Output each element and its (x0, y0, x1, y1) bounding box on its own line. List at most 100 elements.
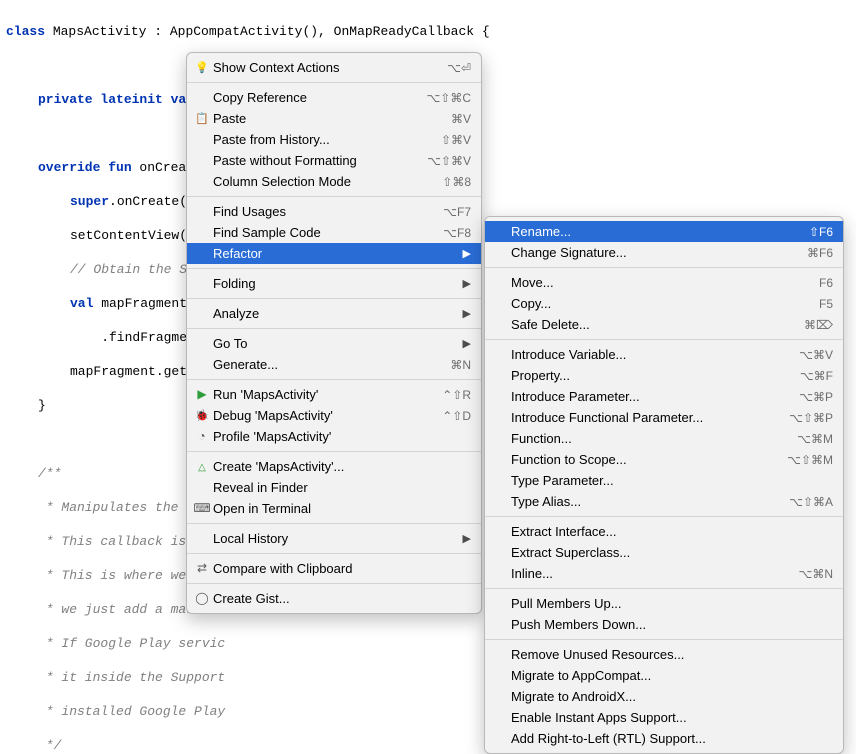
menu_main-create-mapsactivity[interactable]: Create 'MapsActivity'... (187, 456, 481, 477)
shortcut-label: ⌥⇧⌘A (771, 495, 833, 509)
menu_sub-rename[interactable]: Rename...⇧F6 (485, 221, 843, 242)
menu_sub-safe-delete[interactable]: Safe Delete...⌘⌦ (485, 314, 843, 335)
menu-item-label: Introduce Parameter... (509, 389, 781, 404)
menu-item-label: Change Signature... (509, 245, 789, 260)
menu_main-local-history[interactable]: Local History▶ (187, 528, 481, 549)
menu_main-reveal-in-finder[interactable]: Reveal in Finder (187, 477, 481, 498)
submenu-arrow-icon: ▶ (445, 337, 471, 350)
bug-icon (193, 409, 211, 423)
menu_sub-introduce-variable[interactable]: Introduce Variable...⌥⌘V (485, 344, 843, 365)
shortcut-label: ⌥⏎ (429, 61, 471, 75)
menu-item-label: Open in Terminal (211, 501, 471, 516)
menu_main-separator (187, 523, 481, 524)
menu_main-copy-reference[interactable]: Copy Reference⌥⇧⌘C (187, 87, 481, 108)
submenu-arrow-icon: ▶ (445, 247, 471, 260)
menu_sub-migrate-to-androidx[interactable]: Migrate to AndroidX... (485, 686, 843, 707)
menu_sub-function[interactable]: Function...⌥⌘M (485, 428, 843, 449)
menu_sub-type-alias[interactable]: Type Alias...⌥⇧⌘A (485, 491, 843, 512)
menu-item-label: Create Gist... (211, 591, 471, 606)
menu_sub-copy[interactable]: Copy...F5 (485, 293, 843, 314)
menu_main-go-to[interactable]: Go To▶ (187, 333, 481, 354)
menu-item-label: Paste from History... (211, 132, 423, 147)
menu-item-label: Function to Scope... (509, 452, 769, 467)
menu-item-label: Function... (509, 431, 779, 446)
submenu-arrow-icon: ▶ (445, 307, 471, 320)
menu_main-find-sample-code[interactable]: Find Sample Code⌥F8 (187, 222, 481, 243)
menu_main-separator (187, 583, 481, 584)
menu_sub-add-right-to-left-rtl-support[interactable]: Add Right-to-Left (RTL) Support... (485, 728, 843, 749)
shortcut-label: ⌘F6 (789, 246, 833, 260)
menu_main-paste[interactable]: Paste⌘V (187, 108, 481, 129)
menu-item-label: Enable Instant Apps Support... (509, 710, 833, 725)
menu_main-find-usages[interactable]: Find Usages⌥F7 (187, 201, 481, 222)
menu_sub-function-to-scope[interactable]: Function to Scope...⌥⇧⌘M (485, 449, 843, 470)
menu-item-label: Run 'MapsActivity' (211, 387, 424, 402)
menu_sub-introduce-parameter[interactable]: Introduce Parameter...⌥⌘P (485, 386, 843, 407)
menu_sub-separator (485, 516, 843, 517)
menu_main-folding[interactable]: Folding▶ (187, 273, 481, 294)
menu_sub-change-signature[interactable]: Change Signature...⌘F6 (485, 242, 843, 263)
prof-icon (193, 430, 211, 444)
menu-item-label: Rename... (509, 224, 791, 239)
menu_main-column-selection-mode[interactable]: Column Selection Mode⇧⌘8 (187, 171, 481, 192)
paste-icon (193, 112, 211, 126)
menu-item-label: Compare with Clipboard (211, 561, 471, 576)
shortcut-label: ⌥⌘P (781, 390, 833, 404)
menu_sub-type-parameter[interactable]: Type Parameter... (485, 470, 843, 491)
menu_main-debug-mapsactivity[interactable]: Debug 'MapsActivity'⌃⇧D (187, 405, 481, 426)
shortcut-label: ⌘N (432, 358, 471, 372)
menu-item-label: Add Right-to-Left (RTL) Support... (509, 731, 833, 746)
cmp-icon (193, 561, 211, 576)
menu-item-label: Extract Interface... (509, 524, 833, 539)
menu-item-label: Introduce Functional Parameter... (509, 410, 771, 425)
menu-item-label: Local History (211, 531, 445, 546)
menu_main-separator (187, 196, 481, 197)
menu_main-show-context-actions[interactable]: Show Context Actions⌥⏎ (187, 57, 481, 78)
shortcut-label: ⌥⇧⌘C (408, 91, 471, 105)
menu_main-refactor[interactable]: Refactor▶ (187, 243, 481, 264)
menu_sub-move[interactable]: Move...F6 (485, 272, 843, 293)
menu-item-label: Move... (509, 275, 801, 290)
menu_sub-enable-instant-apps-support[interactable]: Enable Instant Apps Support... (485, 707, 843, 728)
shortcut-label: ⌥⌘F (782, 369, 833, 383)
menu-item-label: Copy... (509, 296, 801, 311)
menu_main-open-in-terminal[interactable]: Open in Terminal (187, 498, 481, 519)
menu_sub-extract-superclass[interactable]: Extract Superclass... (485, 542, 843, 563)
menu_main-compare-with-clipboard[interactable]: Compare with Clipboard (187, 558, 481, 579)
menu-item-label: Debug 'MapsActivity' (211, 408, 424, 423)
menu_main-analyze[interactable]: Analyze▶ (187, 303, 481, 324)
menu_sub-pull-members-up[interactable]: Pull Members Up... (485, 593, 843, 614)
menu_sub-introduce-functional-parameter[interactable]: Introduce Functional Parameter...⌥⇧⌘P (485, 407, 843, 428)
menu_sub-inline[interactable]: Inline...⌥⌘N (485, 563, 843, 584)
menu_sub-migrate-to-appcompat[interactable]: Migrate to AppCompat... (485, 665, 843, 686)
menu_sub-remove-unused-resources[interactable]: Remove Unused Resources... (485, 644, 843, 665)
menu_main-separator (187, 379, 481, 380)
shortcut-label: ⌥F7 (425, 205, 471, 219)
shortcut-label: ⌃⇧D (424, 409, 471, 423)
shortcut-label: ⌘V (433, 112, 471, 126)
shortcut-label: ⌃⇧R (424, 388, 471, 402)
shortcut-label: ⌥⌘N (781, 567, 834, 581)
submenu-arrow-icon: ▶ (445, 277, 471, 290)
menu-item-label: Paste without Formatting (211, 153, 409, 168)
context-menu[interactable]: Show Context Actions⌥⏎ Copy Reference⌥⇧⌘C… (186, 52, 482, 614)
refactor-submenu[interactable]: Rename...⇧F6Change Signature...⌘F6Move..… (484, 216, 844, 754)
shortcut-label: ⌘⌦ (786, 318, 833, 332)
menu_main-paste-without-formatting[interactable]: Paste without Formatting⌥⇧⌘V (187, 150, 481, 171)
menu-item-label: Generate... (211, 357, 432, 372)
menu_main-generate[interactable]: Generate...⌘N (187, 354, 481, 375)
menu-item-label: Go To (211, 336, 445, 351)
menu_sub-separator (485, 339, 843, 340)
shortcut-label: ⇧⌘V (423, 133, 471, 147)
menu_main-separator (187, 298, 481, 299)
menu_main-paste-from-history[interactable]: Paste from History...⇧⌘V (187, 129, 481, 150)
menu_main-create-gist[interactable]: Create Gist... (187, 588, 481, 609)
menu_sub-extract-interface[interactable]: Extract Interface... (485, 521, 843, 542)
menu_main-profile-mapsactivity[interactable]: Profile 'MapsActivity' (187, 426, 481, 447)
menu-item-label: Type Parameter... (509, 473, 833, 488)
menu-item-label: Pull Members Up... (509, 596, 833, 611)
menu_main-run-mapsactivity[interactable]: Run 'MapsActivity'⌃⇧R (187, 384, 481, 405)
menu_sub-property[interactable]: Property...⌥⌘F (485, 365, 843, 386)
menu_sub-separator (485, 639, 843, 640)
menu_sub-push-members-down[interactable]: Push Members Down... (485, 614, 843, 635)
